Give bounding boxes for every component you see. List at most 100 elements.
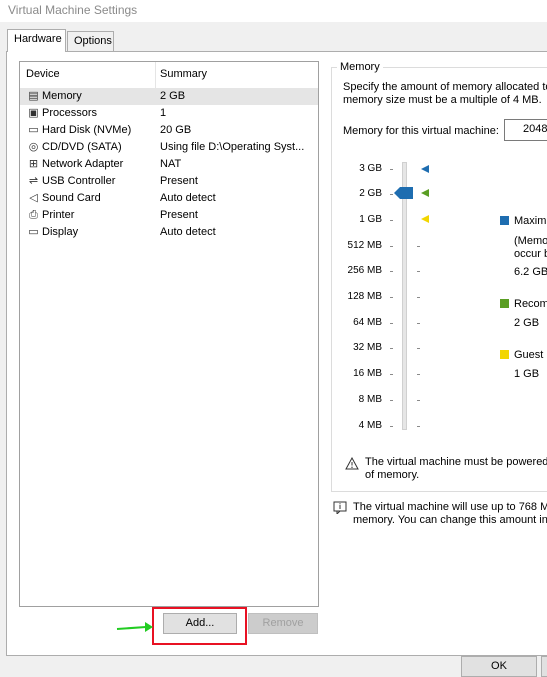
device-name: Hard Disk (NVMe) [42,124,132,136]
memory-icon: ▤ [28,90,39,102]
guest-memory-marker-icon [421,215,429,223]
info-icon [333,501,347,514]
device-row-network-adapter[interactable]: ⊞ Network Adapter NAT [20,156,318,173]
slider-tick [390,374,393,375]
max-legend-value: 6.2 GB [514,266,547,278]
scale-label: 1 GB [359,214,382,225]
device-row-display[interactable]: ▭ Display Auto detect [20,224,318,241]
max-legend-note: occur b [514,248,547,260]
device-name: Network Adapter [42,158,124,170]
max-legend-swatch [500,216,509,225]
device-row-usb-controller[interactable]: ⇌ USB Controller Present [20,173,318,190]
device-summary: Present [160,209,198,221]
device-summary: 20 GB [160,124,192,136]
warning-text-line2: of memory. [365,469,420,481]
slider-tick [417,400,420,401]
scale-label: 3 GB [359,163,382,174]
column-header-summary[interactable]: Summary [160,68,207,80]
device-name: USB Controller [42,175,116,187]
slider-tick [390,246,393,247]
scale-label: 64 MB [353,317,382,328]
device-name: Processors [42,107,98,119]
scale-label: 128 MB [347,291,382,302]
device-row-processors[interactable]: ▣ Processors 1 [20,105,318,122]
column-header-device[interactable]: Device [26,68,60,80]
cancel-button-partial[interactable] [541,656,547,677]
device-summary: 1 [160,107,167,119]
device-name: Display [42,226,79,238]
scale-label: 2 GB [359,188,382,199]
tab-options[interactable]: Options [67,31,114,51]
slider-tick [390,297,393,298]
device-name: Sound Card [42,192,101,204]
info-text-line2: memory. You can change this amount in [353,514,547,526]
memory-description-line1: Specify the amount of memory allocated t… [343,81,547,93]
processor-icon: ▣ [28,107,39,119]
guest-legend-value: 1 GB [514,368,540,380]
device-summary: Auto detect [160,192,216,204]
device-row-sound-card[interactable]: ◁ Sound Card Auto detect [20,190,318,207]
device-row-memory[interactable]: ▤ Memory 2 GB [20,88,318,105]
warning-text-line1: The virtual machine must be powered [365,456,547,468]
slider-tick [417,374,420,375]
title-bar: Virtual Machine Settings [0,0,547,22]
guest-legend-swatch [500,350,509,359]
max-legend-label: Maximu [514,215,547,227]
device-summary: Using file D:\Operating Syst... [160,141,305,153]
recommended-legend-value: 2 GB [514,317,540,329]
slider-tick [417,271,420,272]
device-summary: NAT [160,158,182,170]
tab-hardware[interactable]: Hardware [7,29,66,52]
scale-label: 256 MB [347,265,382,276]
device-summary: Auto detect [160,226,216,238]
slider-tick [390,323,393,324]
recommended-legend-swatch [500,299,509,308]
slider-tick [417,246,420,247]
scale-label: 32 MB [353,342,382,353]
slider-tick [390,271,393,272]
usb-icon: ⇌ [28,175,39,187]
memory-slider-track[interactable] [402,162,407,430]
device-list-header: Device Summary [20,62,318,88]
cd-dvd-icon: ◎ [28,141,39,153]
printer-icon: ⎙ [29,209,38,221]
slider-tick [390,426,393,427]
memory-field-label: Memory for this virtual machine: [343,125,499,137]
device-list[interactable]: Device Summary ▤ Memory 2 GB ▣ Processor… [19,61,319,607]
memory-slider-thumb[interactable] [394,186,414,200]
network-adapter-icon: ⊞ [28,158,39,170]
slider-tick [390,220,393,221]
ok-button[interactable]: OK [461,656,537,677]
info-text-line1: The virtual machine will use up to 768 M… [353,501,547,513]
remove-button[interactable]: Remove [248,613,318,634]
slider-tick [390,348,393,349]
slider-tick [390,400,393,401]
device-summary: 2 GB [160,90,186,102]
hard-disk-icon: ▭ [28,124,39,136]
memory-group-title: Memory [337,61,383,73]
device-row-hard-disk[interactable]: ▭ Hard Disk (NVMe) 20 GB [20,122,318,139]
device-row-printer[interactable]: ⎙ Printer Present [20,207,318,224]
highlight-box [152,607,247,645]
slider-tick [390,194,393,195]
column-divider [155,62,156,88]
slider-tick [417,426,420,427]
scale-label: 512 MB [347,240,382,251]
device-summary: Present [160,175,198,187]
window-title: Virtual Machine Settings [8,3,138,17]
recommended-legend-label: Recom [514,298,547,310]
display-icon: ▭ [28,226,39,238]
scale-label: 16 MB [353,368,382,379]
slider-tick [390,169,393,170]
slider-tick [417,323,420,324]
scale-label: 4 MB [358,420,382,431]
device-name: Printer [42,209,75,221]
warning-icon [345,457,359,470]
memory-size-input[interactable]: 2048 [504,119,547,141]
device-name: CD/DVD (SATA) [42,141,122,153]
max-legend-note: (Memo [514,235,547,247]
max-memory-marker-icon [421,165,429,173]
device-name: Memory [42,90,82,102]
slider-tick [417,348,420,349]
device-row-cd-dvd[interactable]: ◎ CD/DVD (SATA) Using file D:\Operating … [20,139,318,156]
